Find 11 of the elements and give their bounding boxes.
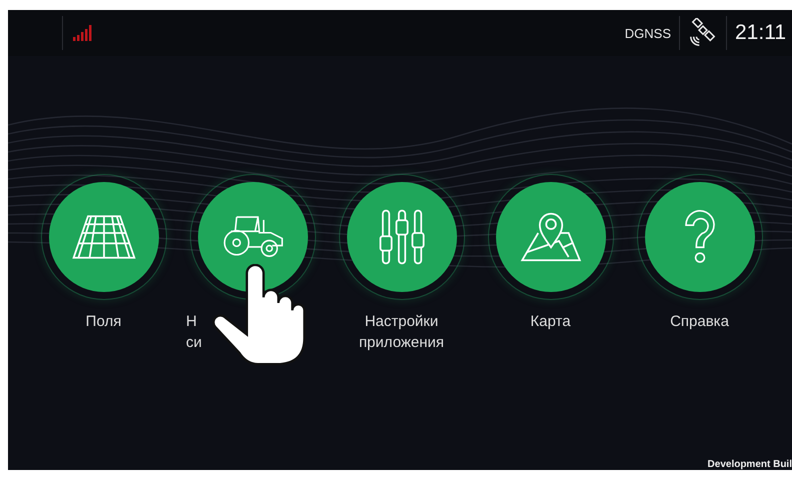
menu-label: си [186, 333, 202, 353]
satellite-icon [688, 18, 718, 48]
menu-label: Настройки [364, 312, 438, 332]
menu-label: Карта [530, 312, 571, 332]
menu-label: Справка [670, 312, 729, 332]
menu-label: Поля [86, 312, 122, 332]
clock-time: 21:11 [735, 21, 786, 45]
build-label: Development Buil [708, 459, 792, 470]
menu-label: Н [186, 312, 197, 332]
menu-label: приложения [358, 333, 444, 353]
gnss-mode-label: DGNSS [624, 26, 671, 40]
